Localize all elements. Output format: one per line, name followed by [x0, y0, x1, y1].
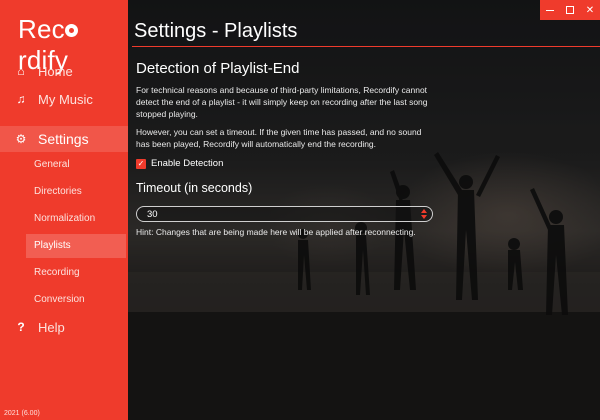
enable-detection-checkbox[interactable]: ✓ [136, 158, 146, 169]
main-panel: Settings - Playlists Detection of Playli… [128, 0, 600, 420]
question-icon: ? [17, 320, 25, 334]
sidebar-item-help[interactable]: ? Help [0, 314, 128, 340]
sidebar-item-label: Help [38, 319, 65, 335]
record-disc-icon [65, 24, 79, 37]
sidebar-subitem-playlists[interactable]: Playlists [26, 234, 126, 258]
timeout-input[interactable]: 30 [136, 206, 433, 222]
sidebar-subitem-directories[interactable]: Directories [26, 180, 126, 204]
maximize-icon [566, 6, 574, 14]
title-divider [132, 46, 600, 47]
window-controls: ✕ [540, 0, 600, 20]
description-paragraph: For technical reasons and because of thi… [136, 85, 428, 119]
timeout-value[interactable]: 30 [147, 209, 158, 220]
sidebar: Recrdify ⌂ Home ♫ My Music ⚙ Settings Ge… [0, 0, 128, 420]
timeout-label: Timeout (in seconds) [136, 181, 253, 195]
minimize-button[interactable] [540, 0, 560, 20]
sidebar-subitem-normalization[interactable]: Normalization [26, 207, 126, 231]
sidebar-subitem-conversion[interactable]: Conversion [26, 288, 126, 312]
music-note-icon: ♫ [16, 92, 26, 106]
hint-text: Hint: Changes that are being made here w… [136, 227, 416, 237]
timeout-spinner[interactable] [421, 208, 427, 220]
close-button[interactable]: ✕ [580, 0, 600, 20]
enable-detection-checkbox-row[interactable]: ✓ Enable Detection [136, 158, 223, 169]
sidebar-item-label: Home [38, 63, 73, 79]
timeout-explanation-paragraph: However, you can set a timeout. If the g… [136, 127, 422, 149]
sidebar-item-label: Settings [38, 131, 89, 147]
section-title: Detection of Playlist-End [136, 60, 300, 77]
spin-up-icon[interactable] [421, 209, 427, 213]
spin-down-icon[interactable] [421, 215, 427, 219]
version-label: 2021 (6.00) [4, 410, 40, 417]
page-title: Settings - Playlists [134, 20, 298, 42]
close-icon: ✕ [585, 4, 595, 16]
enable-detection-label[interactable]: Enable Detection [151, 158, 223, 169]
logo-text-start: Rec [18, 14, 65, 44]
sidebar-item-my-music[interactable]: ♫ My Music [0, 86, 128, 112]
minimize-icon [546, 9, 554, 11]
home-icon: ⌂ [17, 64, 25, 78]
sidebar-item-home[interactable]: ⌂ Home [0, 58, 128, 84]
sidebar-item-label: My Music [38, 91, 93, 107]
gear-icon: ⚙ [15, 132, 27, 146]
sidebar-subitem-recording[interactable]: Recording [26, 261, 126, 285]
maximize-button[interactable] [560, 0, 580, 20]
sidebar-subitem-general[interactable]: General [26, 153, 126, 177]
sidebar-item-settings[interactable]: ⚙ Settings [0, 126, 128, 152]
